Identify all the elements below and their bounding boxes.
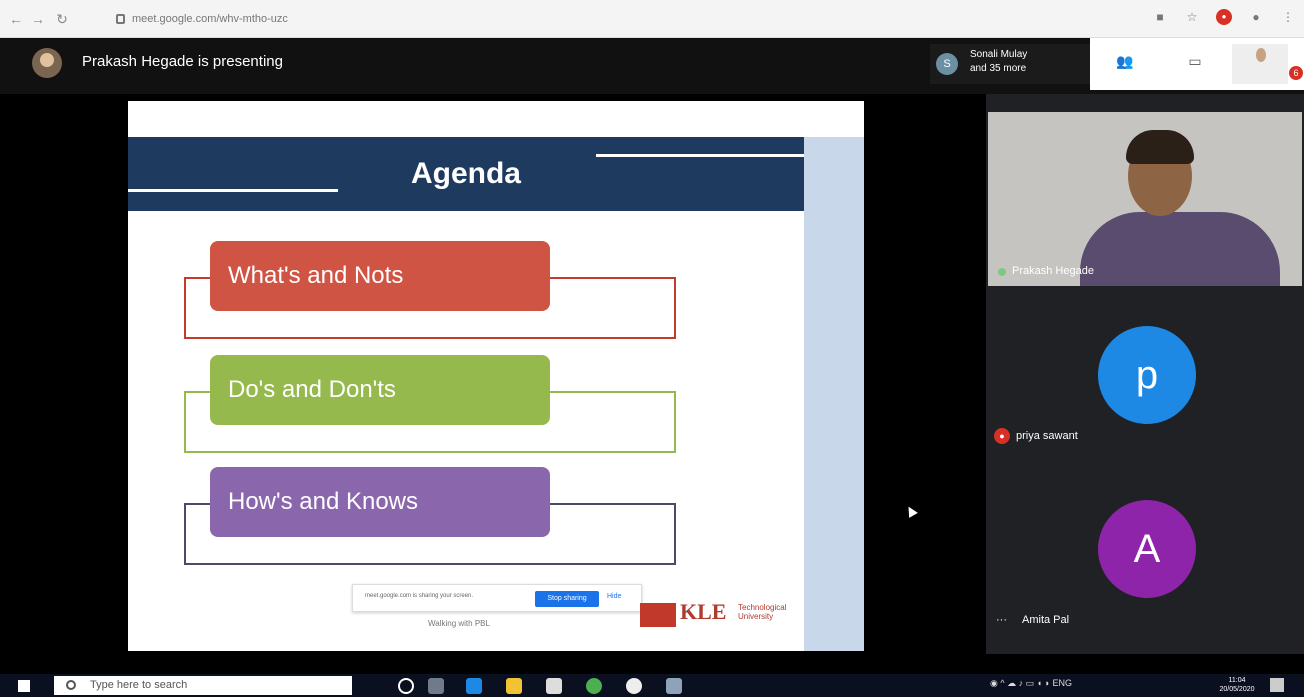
agenda-item: Do's and Don'ts <box>210 355 550 425</box>
cortana-icon[interactable] <box>398 678 414 694</box>
task-view-icon[interactable] <box>428 678 444 694</box>
participant-avatar: S <box>936 53 958 75</box>
presenting-label: Prakash Hegade is presenting <box>82 53 283 70</box>
screen-share-bar: meet.google.com is sharing your screen. … <box>352 584 642 612</box>
self-badge: 6 <box>1289 66 1303 80</box>
participant-tiles: Prakash Hegade p ● priya sawant A ··· Am… <box>986 94 1304 654</box>
participants-text: Sonali Mulay and 35 more <box>970 48 1080 76</box>
muted-icon: ● <box>994 428 1010 444</box>
address-bar[interactable]: meet.google.com/whv-mtho-uzc <box>110 8 570 30</box>
date: 20/05/2020 <box>1219 686 1255 693</box>
file-explorer-icon[interactable] <box>506 678 522 694</box>
browser-toolbar: ← → ↻ meet.google.com/whv-mtho-uzc ■ ☆ ●… <box>0 0 1304 38</box>
profile-icon[interactable]: ● <box>1248 9 1264 25</box>
star-icon[interactable]: ☆ <box>1184 9 1200 25</box>
slide-side-strip <box>804 137 864 651</box>
participants-line2: and 35 more <box>970 63 1027 74</box>
system-tray: ◉ ^ ☁ ♪ ▭ ◖ ◗ ENG <box>990 678 1240 694</box>
slide: Agenda What's and Nots Do's and Don'ts H… <box>128 101 864 651</box>
participants-line1: Sonali Mulay <box>970 49 1028 60</box>
participant-name: Amita Pal <box>1022 614 1070 626</box>
store-icon[interactable] <box>546 678 562 694</box>
chat-icon[interactable]: ▭ <box>1184 52 1206 70</box>
taskbar-search[interactable]: Type here to search <box>54 676 352 695</box>
speaking-icon <box>998 268 1006 276</box>
reload-icon[interactable]: ↻ <box>52 9 72 29</box>
back-icon[interactable]: ← <box>6 9 26 29</box>
participant-avatar: A <box>1098 500 1196 598</box>
clock[interactable]: 11:04 20/05/2020 <box>1218 676 1256 694</box>
participants-summary[interactable]: S Sonali Mulay and 35 more <box>930 44 1090 84</box>
logo-mark-icon <box>640 603 676 627</box>
people-icon[interactable]: 👥 <box>1114 52 1136 70</box>
search-icon <box>66 680 76 690</box>
lock-icon <box>116 14 125 24</box>
logo-subtext: Technological University <box>738 603 787 621</box>
person-hair <box>1126 130 1194 164</box>
person-body <box>1080 212 1280 286</box>
address-text: meet.google.com/whv-mtho-uzc <box>132 13 288 25</box>
participant-name: Prakash Hegade <box>1012 265 1094 277</box>
slide-footer: Walking with PBL <box>428 619 490 628</box>
stop-extension-icon[interactable]: ● <box>1216 9 1232 25</box>
agenda-item: How's and Knows <box>210 467 550 537</box>
app-icon[interactable] <box>626 678 642 694</box>
participant-tile-video[interactable]: Prakash Hegade <box>988 112 1302 286</box>
edge-icon[interactable] <box>466 678 482 694</box>
windows-taskbar: Type here to search ◉ ^ ☁ ♪ ▭ ◖ ◗ ENG 11… <box>0 674 1304 697</box>
agenda-item: What's and Nots <box>210 241 550 311</box>
kle-logo: KLE Technological University <box>640 599 796 635</box>
forward-icon[interactable]: → <box>28 9 48 29</box>
self-thumbnail[interactable] <box>1232 44 1288 84</box>
participant-avatar: p <box>1098 326 1196 424</box>
presenter-avatar <box>32 48 62 78</box>
notification-icon[interactable] <box>1270 678 1284 692</box>
share-message: meet.google.com is sharing your screen. <box>365 593 474 599</box>
slide-title: Agenda <box>410 157 521 190</box>
hide-button[interactable]: Hide <box>607 593 621 600</box>
mouse-cursor-icon <box>904 504 918 518</box>
stop-sharing-button[interactable]: Stop sharing <box>535 591 599 607</box>
browser-actions: ■ ☆ ● ● ⋮ <box>1152 9 1296 25</box>
search-placeholder: Type here to search <box>90 679 188 691</box>
chrome-icon[interactable] <box>586 678 602 694</box>
camera-icon[interactable] <box>666 678 682 694</box>
menu-icon[interactable]: ⋮ <box>1280 9 1296 25</box>
time: 11:04 <box>1228 677 1246 684</box>
meet-top-bar: Prakash Hegade is presenting S Sonali Mu… <box>0 38 1304 94</box>
tray-icons[interactable]: ◉ ^ ☁ ♪ ▭ ◖ ◗ <box>990 678 1050 688</box>
windows-start-icon[interactable] <box>18 680 30 692</box>
audio-dots-icon: ··· <box>996 614 1007 626</box>
logo-text: KLE <box>680 599 727 624</box>
participant-name: priya sawant <box>1016 430 1078 442</box>
cast-icon[interactable]: ■ <box>1152 9 1168 25</box>
language-indicator[interactable]: ENG <box>1052 678 1072 688</box>
presentation-stage: Agenda What's and Nots Do's and Don'ts H… <box>0 94 986 654</box>
